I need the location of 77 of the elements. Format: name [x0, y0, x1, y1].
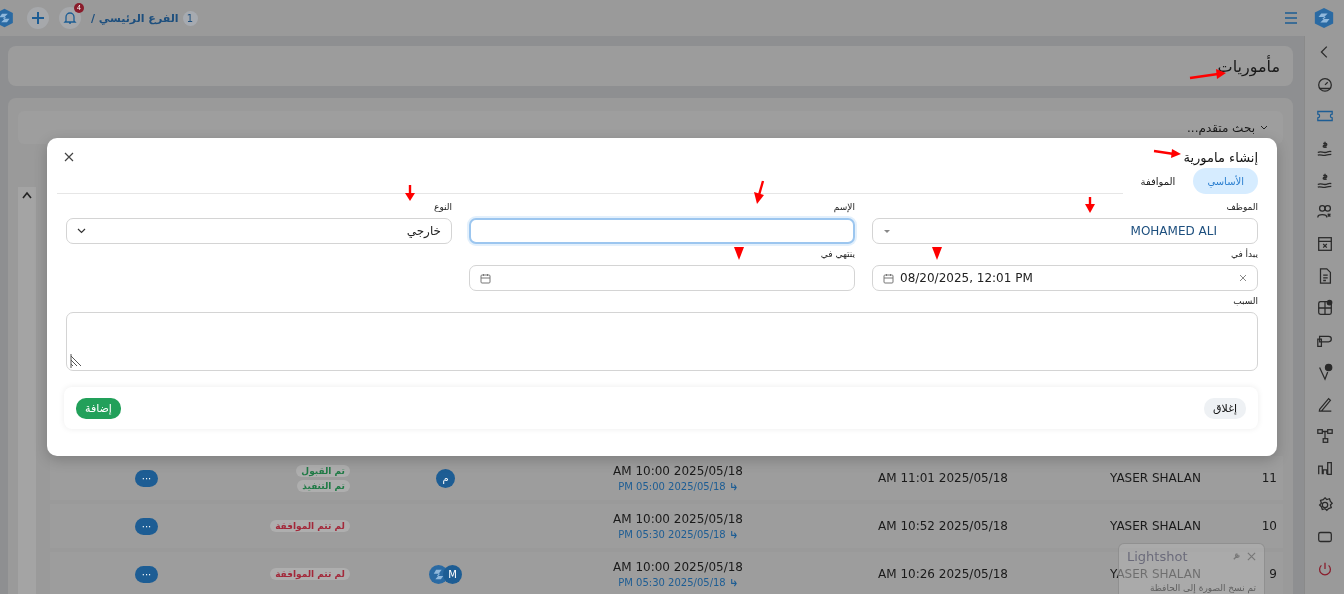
- more-button[interactable]: ···: [135, 565, 158, 583]
- date-time-field[interactable]: [469, 265, 855, 291]
- more-button[interactable]: ···: [135, 469, 158, 487]
- period-end: PM 05:30 2025/05/18: [618, 577, 726, 588]
- gauge-icon[interactable]: [1315, 75, 1334, 93]
- avatar: م: [436, 468, 455, 488]
- field-label: النوع: [434, 202, 452, 214]
- close-button[interactable]: إغلاق: [1204, 397, 1246, 419]
- status-tag: تم التنفيذ: [297, 479, 350, 492]
- caret-up-icon: [22, 191, 32, 199]
- field-label: يبدأ في: [1230, 249, 1258, 261]
- caret-down-icon: [883, 228, 891, 234]
- return-arrow-icon: [728, 578, 738, 587]
- field-value: MOHAMED ALI: [1129, 224, 1218, 238]
- table-cell-text: YASER SHALAN: [1109, 567, 1202, 581]
- more-button[interactable]: ···: [135, 517, 158, 535]
- return-arrow-icon: [728, 482, 738, 491]
- field-value: 08/20/2025, 12:01 PM: [900, 271, 1034, 285]
- period-start: AM 10:00 2025/05/18: [613, 464, 743, 478]
- table-cell-text: AM 10:26 2025/05/18: [877, 567, 1009, 581]
- field-value: خارجي: [405, 224, 441, 238]
- calendar-icon: [480, 272, 491, 284]
- tab[interactable]: الأساسي: [1193, 168, 1258, 194]
- annotation-arrow: [1084, 196, 1096, 214]
- add-button[interactable]: [27, 7, 49, 29]
- table-cell-text: YASER SHALAN: [1109, 471, 1202, 485]
- close-icon: [64, 152, 74, 162]
- field-label: السبب: [1233, 296, 1258, 308]
- plus-icon: [31, 11, 45, 25]
- period-end: PM 05:30 2025/05/18: [618, 529, 726, 540]
- status-tag: لم تتم الموافقة: [270, 520, 350, 532]
- logo-icon: [429, 564, 448, 584]
- resize-handle-icon: [69, 354, 83, 368]
- bell-icon: [63, 11, 77, 25]
- hierarchy-icon[interactable]: [1315, 427, 1334, 445]
- field-label: ينتهي في: [820, 249, 855, 261]
- money-hand-icon[interactable]: [1315, 139, 1334, 157]
- money-hand-icon[interactable]: [1315, 171, 1334, 189]
- toast-title: Lightshot: [1127, 549, 1188, 564]
- period-start: AM 10:00 2025/05/18: [613, 560, 743, 574]
- toast-message: تم نسخ الصورة إلى الحافظة: [1148, 583, 1256, 594]
- close-button[interactable]: [64, 152, 74, 162]
- calendar-icon: [883, 272, 894, 284]
- field-label: الموظف: [1226, 202, 1258, 214]
- dialog-title: إنشاء مامورية: [1183, 149, 1258, 165]
- employee-select[interactable]: MOHAMED ALI: [872, 218, 1258, 244]
- page-title: مأموريات: [1217, 56, 1280, 76]
- chart-icon[interactable]: [1315, 459, 1334, 477]
- clear-icon: [1239, 274, 1247, 282]
- annotation-arrow: [1152, 146, 1182, 160]
- table-cell-text: 9: [1268, 567, 1278, 581]
- date-time-field[interactable]: 08/20/2025, 12:01 PM: [872, 265, 1258, 291]
- type-select[interactable]: خارجي: [66, 218, 452, 244]
- table-cell-text: AM 10:52 2025/05/18: [877, 519, 1009, 533]
- annotation-arrow: [931, 246, 943, 261]
- name-input[interactable]: [469, 218, 855, 244]
- avatar: M: [443, 564, 462, 584]
- calendar-x-icon[interactable]: [1315, 235, 1334, 253]
- table-cell-text: 10: [1260, 519, 1278, 533]
- logo-icon[interactable]: [1313, 6, 1335, 30]
- period-end: PM 05:00 2025/05/18: [618, 481, 726, 492]
- table-cell-text: AM 11:01 2025/05/18: [877, 471, 1009, 485]
- annotation-arrow: [404, 184, 416, 202]
- tab[interactable]: المواففة: [1126, 168, 1190, 194]
- grid-icon[interactable]: [1315, 299, 1334, 317]
- status-tag: تم القبول: [296, 464, 350, 477]
- table-cell-text: 11: [1260, 471, 1278, 485]
- branch-count-badge: 1: [182, 10, 198, 26]
- annotation-arrow: [751, 180, 767, 206]
- status-tag: لم تتم الموافقة: [270, 568, 350, 580]
- return-arrow-icon: [728, 530, 738, 539]
- table-cell-text: YASER SHALAN: [1109, 519, 1202, 533]
- period-start: AM 10:00 2025/05/18: [613, 512, 743, 526]
- scrollbar[interactable]: [18, 187, 36, 594]
- chevron-down-icon: [77, 228, 86, 234]
- field-label: الإسم: [833, 202, 855, 215]
- annotation-arrow: [733, 246, 745, 261]
